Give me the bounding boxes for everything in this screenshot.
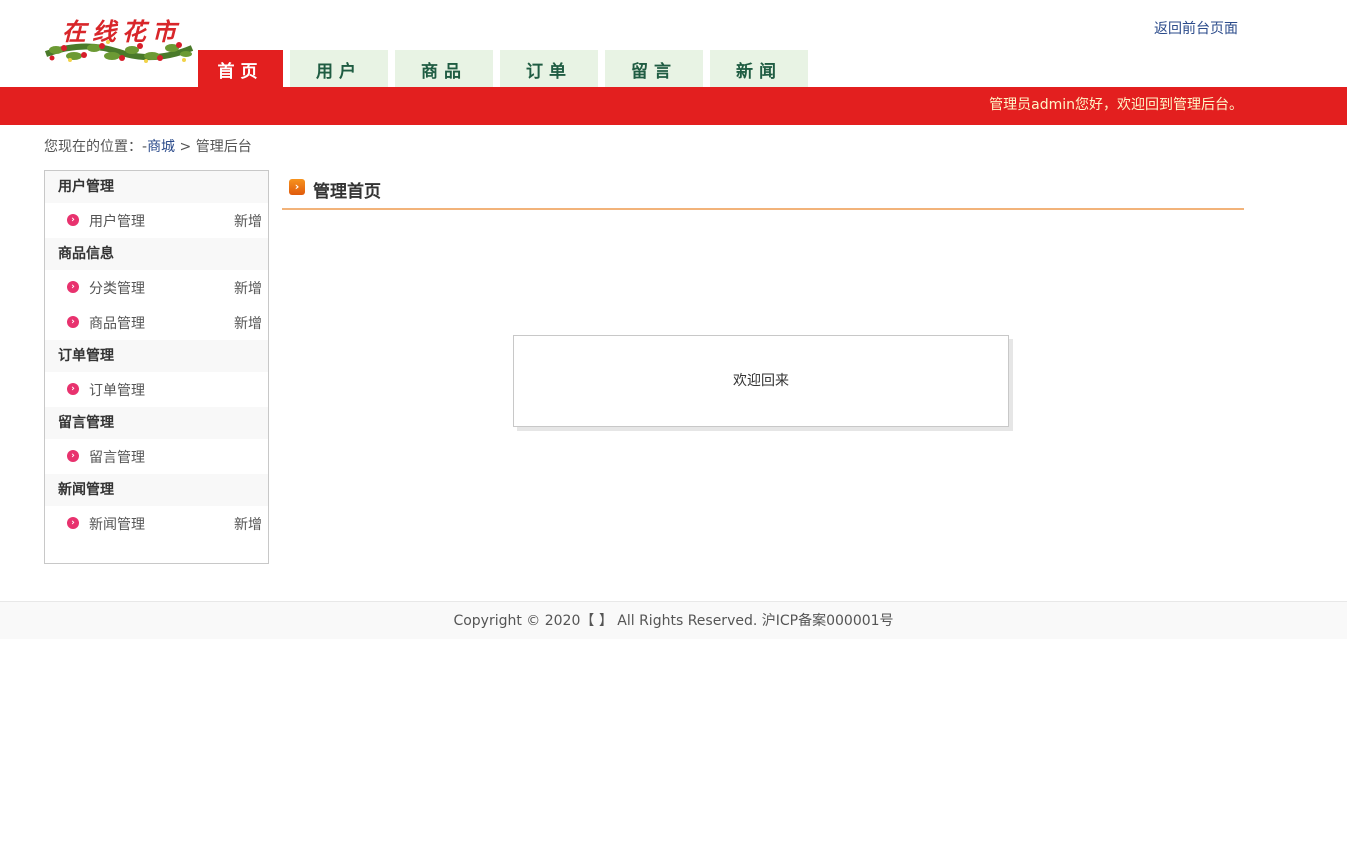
sidebar-item-category-management[interactable]: › 分类管理 新增 (45, 270, 268, 305)
sidebar-item-message-management[interactable]: › 留言管理 (45, 439, 268, 474)
sidebar-item-label: 分类管理 (89, 281, 145, 297)
header: 在线花市 返回前台页面 首页 用户 商品 订单 留言 新闻 (0, 0, 1347, 87)
sidebar-group-products: 商品信息 (45, 238, 268, 270)
arrow-right-icon: › (289, 179, 305, 195)
sidebar-group-messages: 留言管理 (45, 407, 268, 439)
add-news-link[interactable]: 新增 (234, 506, 262, 544)
add-product-link[interactable]: 新增 (234, 305, 262, 343)
sidebar-item-user-management[interactable]: › 用户管理 新增 (45, 203, 268, 238)
breadcrumb-separator: > (179, 139, 192, 155)
tab-home[interactable]: 首页 (198, 50, 283, 87)
sidebar-item-label: 用户管理 (89, 214, 145, 230)
site-logo[interactable]: 在线花市 (44, 10, 194, 66)
sidebar-item-news-management[interactable]: › 新闻管理 新增 (45, 506, 268, 541)
main-nav: 首页 用户 商品 订单 留言 新闻 (198, 50, 815, 87)
chevron-right-icon: › (67, 517, 79, 529)
breadcrumb-link-mall[interactable]: 商城 (147, 139, 175, 155)
sidebar-item-label: 留言管理 (89, 450, 145, 466)
sidebar-item-product-management[interactable]: › 商品管理 新增 (45, 305, 268, 340)
footer: Copyright © 2020【 】 All Rights Reserved.… (0, 601, 1347, 639)
chevron-right-icon: › (67, 316, 79, 328)
sidebar-group-news: 新闻管理 (45, 474, 268, 506)
welcome-text: 欢迎回来 (733, 373, 789, 389)
add-user-link[interactable]: 新增 (234, 203, 262, 241)
chevron-right-icon: › (67, 214, 79, 226)
breadcrumb: 您现在的位置：-商城 > 管理后台 (44, 136, 252, 156)
copyright-text: Copyright © 2020【 】 All Rights Reserved.… (453, 613, 894, 629)
chevron-right-icon: › (67, 450, 79, 462)
sidebar-item-label: 订单管理 (89, 383, 145, 399)
chevron-right-icon: › (67, 281, 79, 293)
sidebar-group-orders: 订单管理 (45, 340, 268, 372)
breadcrumb-current: 管理后台 (195, 139, 252, 155)
tab-messages[interactable]: 留言 (605, 50, 703, 87)
tab-news[interactable]: 新闻 (710, 50, 808, 87)
sidebar-item-label: 商品管理 (89, 316, 145, 332)
flower-garland-icon (44, 40, 194, 63)
welcome-bar: 管理员admin您好，欢迎回到管理后台。 (0, 87, 1347, 125)
tab-orders[interactable]: 订单 (500, 50, 598, 87)
tab-users[interactable]: 用户 (290, 50, 388, 87)
return-to-frontend-link[interactable]: 返回前台页面 (1154, 18, 1238, 38)
breadcrumb-prefix: 您现在的位置：- (44, 139, 148, 155)
tab-products[interactable]: 商品 (395, 50, 493, 87)
main-section-header: › 管理首页 (282, 170, 1244, 210)
welcome-box: 欢迎回来 (513, 335, 1009, 427)
admin-welcome-message: 管理员admin您好，欢迎回到管理后台。 (989, 97, 1243, 113)
sidebar-group-users: 用户管理 (45, 171, 268, 203)
sidebar: 用户管理 › 用户管理 新增 商品信息 › 分类管理 新增 › 商品管理 新增 … (44, 170, 269, 564)
add-category-link[interactable]: 新增 (234, 270, 262, 308)
page-title: 管理首页 (313, 182, 381, 202)
chevron-right-icon: › (67, 383, 79, 395)
sidebar-item-label: 新闻管理 (89, 517, 145, 533)
sidebar-item-order-management[interactable]: › 订单管理 (45, 372, 268, 407)
